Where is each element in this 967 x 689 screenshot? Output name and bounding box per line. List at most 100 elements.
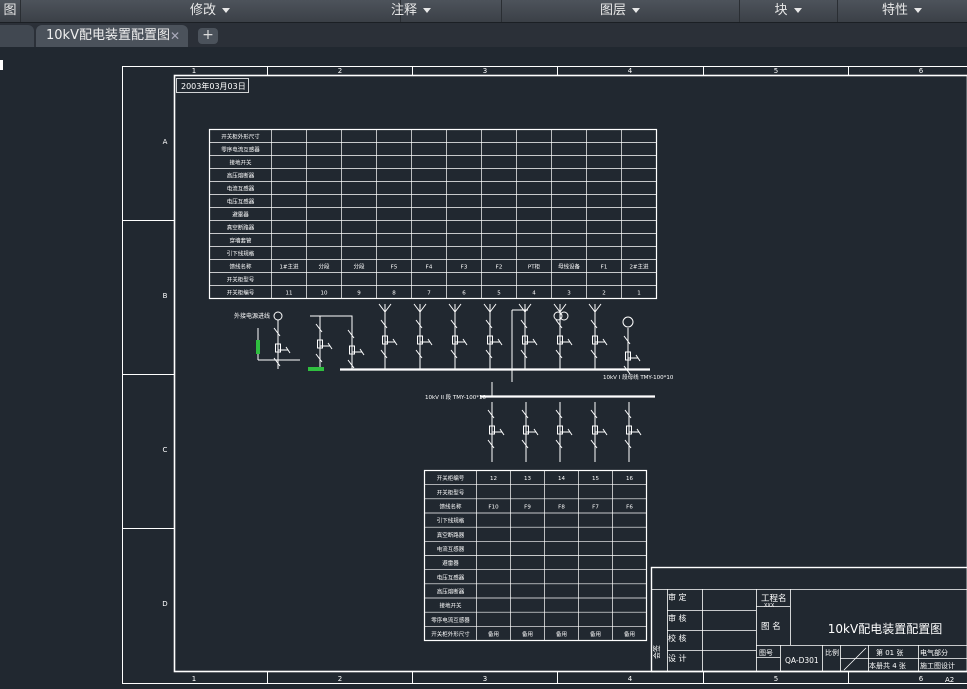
ucs-marker [0, 60, 3, 70]
table-header-cell: 开关柜型号 [227, 275, 255, 283]
menu-layer[interactable]: 图层 [501, 0, 740, 22]
table-cell: 1 [637, 290, 641, 296]
table-header-cell: 避雷器 [232, 210, 249, 218]
col-mark: 1 [192, 675, 196, 683]
table-header-cell: 穿墙套管 [229, 236, 252, 244]
cable-tail [554, 304, 560, 312]
title-block: 审 定 审 核 校 核 设 计 工程名 XXX 图 名 10kV配电装置配置图 … [652, 568, 967, 685]
table-header-cell: 馈线名称 [439, 502, 462, 510]
cable-tail [484, 304, 490, 312]
table-cell: 8 [392, 290, 396, 296]
switch-symbol [591, 440, 597, 448]
pt-symbol [623, 317, 633, 327]
tb-scale-label: 比例 [825, 648, 839, 657]
tb-proof: 校 核 [668, 633, 687, 643]
table-cell: 13 [524, 476, 531, 482]
col-mark: 1 [192, 67, 196, 75]
switch-symbol [274, 358, 280, 366]
cable-tail [379, 304, 385, 312]
bus-label-upper: 10kV I 段母线 TMY-100*10 [603, 373, 674, 381]
breaker-symbol [316, 324, 322, 332]
table-cell: F8 [558, 504, 565, 510]
cable-tail [449, 304, 455, 312]
breaker-symbol [486, 320, 492, 328]
breaker-symbol [591, 410, 597, 418]
table-cell: 12 [490, 476, 497, 482]
pt-symbol [274, 312, 282, 320]
table-cell: 3 [567, 290, 571, 296]
table-cell: F2 [496, 264, 503, 270]
drawing-canvas[interactable]: 1 2 3 4 5 6 1 2 3 4 5 6 A B C D 2003年03月… [0, 47, 967, 685]
table-cell: F5 [391, 264, 398, 270]
table-cell: F6 [626, 504, 633, 510]
pt-symbol [560, 312, 568, 320]
cable-tail [414, 304, 420, 312]
tab-active-drawing[interactable]: 10kV配电装置配置图 ✕ [36, 25, 188, 47]
inner-border [175, 76, 967, 672]
switch-symbol [556, 440, 562, 448]
earth-bar [308, 367, 324, 371]
col-mark: 4 [628, 67, 633, 75]
breaker-symbol [625, 410, 631, 418]
menu-block[interactable]: 块 [739, 0, 838, 22]
tb-side: 会签 [652, 645, 661, 659]
tb-design: 设 计 [668, 653, 687, 663]
tab-previous[interactable] [0, 25, 34, 47]
table-header-cell: 高压熔断器 [437, 587, 465, 595]
drawing-svg: 1 2 3 4 5 6 1 2 3 4 5 6 A B C D 2003年03月… [0, 47, 967, 685]
col-mark: 4 [628, 675, 633, 683]
table-header-cell: 开关柜编号 [437, 474, 465, 482]
table-cell: PT柜 [528, 262, 541, 270]
breaker-symbol [381, 320, 387, 328]
table-cell: F10 [488, 504, 499, 510]
table-cell: 7 [427, 290, 431, 296]
menu-properties[interactable]: 特性 [837, 0, 967, 22]
table-cell: 母线设备 [558, 262, 581, 270]
table-cell: 1#主进 [279, 262, 299, 270]
lower-equipment-table: 开关柜编号开关柜型号馈线名称引下线规格真空断路器电流互感器避雷器电压互感器高压熔… [425, 471, 647, 641]
table-cell: 2 [602, 290, 606, 296]
menu-annotate[interactable]: 注释 [321, 0, 502, 22]
tb-dept2: 施工图设计 [920, 661, 955, 670]
breaker-symbol [451, 320, 457, 328]
tab-label: 10kV配电装置配置图 [46, 28, 170, 43]
upper-equipment-table: 开关柜外形尺寸零序电流互感器接地开关高压熔断器电流互感器电压互感器避雷器真空断路… [210, 130, 657, 299]
bus-label-lower: 10kV II 段 TMY-100*10 [425, 393, 486, 401]
row-mark: D [162, 600, 167, 608]
breaker-symbol [416, 320, 422, 328]
tb-sheet: 第 01 张 [876, 648, 903, 657]
cable-tail [519, 304, 525, 312]
table-header-cell: 真空断路器 [437, 531, 465, 539]
breaker-symbol [624, 336, 630, 344]
table-header-cell: 电压互感器 [437, 573, 465, 581]
table-header-cell: 真空断路器 [227, 223, 255, 231]
breaker-symbol [556, 410, 562, 418]
table-header-cell: 接地开关 [229, 158, 252, 166]
col-mark: 5 [774, 675, 778, 683]
table-cell: 4 [532, 290, 536, 296]
chevron-down-icon [632, 8, 640, 13]
tb-drawing-title: 10kV配电装置配置图 [828, 622, 942, 636]
table-header-cell: 开关柜型号 [437, 488, 465, 496]
switch-symbol [591, 350, 597, 358]
table-cell: 6 [462, 290, 466, 296]
menu-draw[interactable]: 图 [0, 0, 21, 22]
table-cell: F9 [524, 504, 531, 510]
table-cell: 分段 [318, 262, 330, 270]
breaker-symbol [488, 410, 494, 418]
tb-corner: A2 [945, 676, 954, 684]
table-cell: F3 [461, 264, 468, 270]
table-header-cell: 开关柜外形尺寸 [221, 132, 260, 140]
tb-total: 本册共 4 张 [869, 661, 906, 670]
tb-dept: 电气部分 [920, 648, 948, 657]
tb-no-label: 图号 [759, 649, 773, 657]
close-icon[interactable]: ✕ [170, 25, 180, 47]
row-mark: C [163, 446, 168, 454]
menu-bar: 图 修改 注释 图层 块 特性 [0, 0, 967, 23]
new-tab-button[interactable]: + [198, 28, 218, 44]
switch-symbol [316, 354, 322, 362]
incoming-label: 外接电源进线 [234, 312, 270, 320]
breaker-symbol [274, 328, 280, 336]
table-header-cell: 电流互感器 [227, 184, 255, 192]
table-cell: 备用 [556, 630, 567, 638]
